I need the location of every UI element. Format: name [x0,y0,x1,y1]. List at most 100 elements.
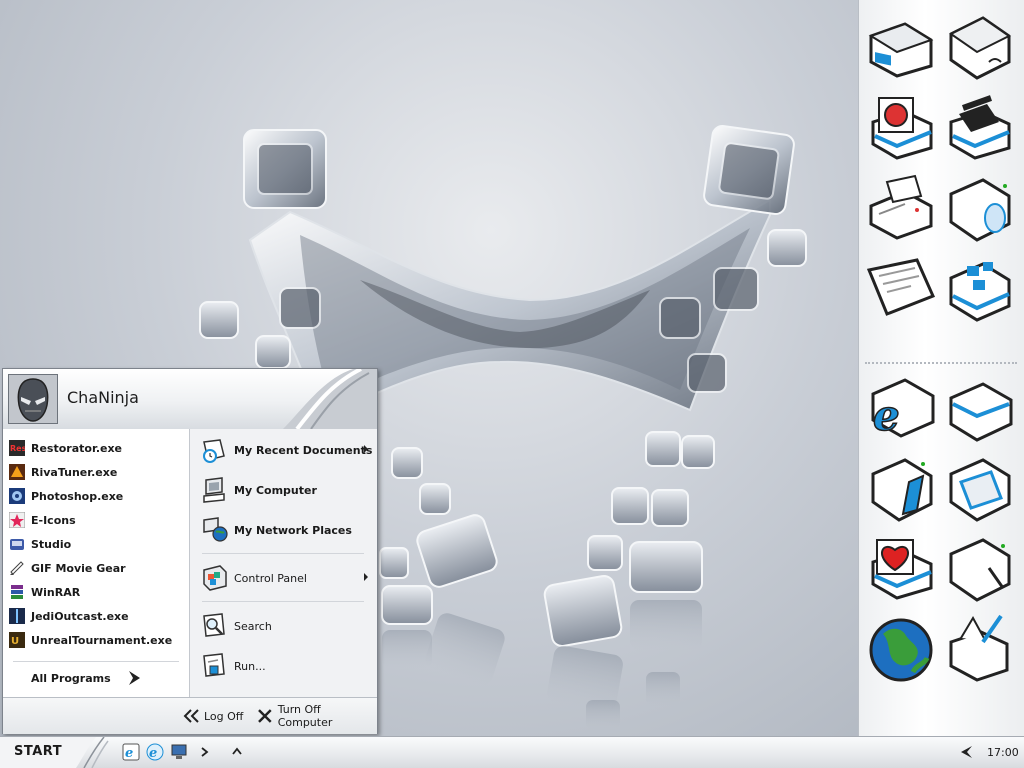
icon-dock: e [858,0,1024,736]
dock-separator [865,362,1017,364]
printer-box-icon[interactable] [865,10,937,82]
header-swoosh [283,369,377,429]
arrow-right-icon [128,671,140,685]
place-run[interactable]: Run... [200,651,372,681]
program-label: WinRAR [31,585,81,599]
network-box-icon[interactable] [943,252,1015,324]
printer-icon[interactable] [865,172,937,244]
place-label: My Network Places [234,523,352,537]
start-label: START [14,744,63,759]
power-x-icon [258,709,272,723]
network-places-icon [203,517,228,542]
internet-explorer-icon[interactable]: e [122,743,140,761]
divider [202,553,364,554]
ninja-mask-icon [9,375,57,423]
taskbar: START e e 17:00 [0,736,1024,768]
clock[interactable]: 17:00 [987,746,1019,759]
photoshop-icon [9,488,25,504]
hardware-box-icon[interactable] [943,10,1015,82]
taskbar-up-arrow-icon[interactable] [230,743,244,761]
user-name: ChaNinja [67,388,139,407]
studio-icon [10,539,24,550]
globe-icon[interactable] [865,612,937,684]
start-menu: ChaNinja Res Restorator.exe RivaTuner.ex… [2,368,378,734]
control-panel-icon [203,565,227,591]
internet-explorer-alt-icon[interactable]: e [146,743,164,761]
place-label: My Computer [234,483,317,497]
program-label: Restorator.exe [31,441,123,455]
media-clapper-icon[interactable] [943,92,1015,164]
place-my-computer[interactable]: My Computer [200,475,372,505]
avatar[interactable] [8,374,58,424]
submenu-arrow-icon [364,445,368,453]
generic-box-icon[interactable] [943,374,1015,446]
image-viewer-icon[interactable] [865,92,937,164]
log-off-button[interactable]: Log Off [183,707,243,725]
turn-off-computer-button[interactable]: Turn Off Computer [257,703,377,729]
program-label: E-Icons [31,513,76,527]
start-menu-footer: Log Off Turn Off Computer [3,697,377,734]
program-label: UnrealTournament.exe [31,633,173,647]
program-label: JediOutcast.exe [31,609,129,623]
place-search[interactable]: Search [200,611,372,641]
document-icon[interactable] [865,252,937,324]
place-label: Control Panel [234,571,307,585]
recent-programs-list: Res Restorator.exe RivaTuner.exe Photosh… [3,429,190,697]
program-rivatuner[interactable]: RivaTuner.exe [9,461,185,483]
run-icon [203,653,225,677]
camera-box-icon[interactable] [943,452,1015,524]
program-studio[interactable]: Studio [9,533,185,555]
all-programs-button[interactable]: All Programs [31,667,161,689]
search-icon [203,613,225,637]
tools-box-icon[interactable] [943,532,1015,604]
places-list: My Recent Documents My Computer My Netwo… [190,429,377,697]
place-label: Search [234,619,272,633]
svg-text:e: e [149,746,157,761]
program-winrar[interactable]: WinRAR [9,581,185,603]
unreal-tournament-icon: U [9,632,25,648]
place-my-network-places[interactable]: My Network Places [200,515,372,545]
all-programs-label: All Programs [31,671,111,685]
quick-launch-chevron-icon[interactable] [198,743,212,761]
svg-text:U: U [11,636,19,647]
my-computer-icon [203,477,225,503]
log-off-label: Log Off [204,709,244,723]
divider [202,601,364,602]
disc-drive-icon[interactable] [943,172,1015,244]
program-label: Photoshop.exe [31,489,124,503]
place-label: My Recent Documents [234,443,373,457]
submenu-arrow-icon [364,573,368,581]
program-label: GIF Movie Gear [31,561,126,575]
place-control-panel[interactable]: Control Panel [200,563,372,593]
program-restorator[interactable]: Res Restorator.exe [9,437,185,459]
gif-movie-gear-icon [10,561,24,575]
divider [13,661,179,662]
show-desktop-icon[interactable] [170,743,188,761]
e-icons-icon [9,512,25,528]
place-label: Run... [234,659,266,673]
portable-device-icon[interactable] [865,452,937,524]
program-e-icons[interactable]: E-Icons [9,509,185,531]
program-photoshop[interactable]: Photoshop.exe [9,485,185,507]
tray-collapse-arrow-icon[interactable] [958,744,974,760]
svg-text:e: e [125,746,133,761]
program-jedi-outcast[interactable]: JediOutcast.exe [9,605,185,627]
restorator-icon: Res [9,440,25,456]
jedi-outcast-icon [9,608,25,624]
program-gif-movie-gear[interactable]: GIF Movie Gear [9,557,185,579]
internet-explorer-box-icon[interactable]: e [865,374,937,446]
place-my-recent-documents[interactable]: My Recent Documents [200,435,372,465]
recent-documents-icon [203,439,225,463]
program-label: RivaTuner.exe [31,465,118,479]
start-menu-header: ChaNinja [3,369,377,430]
winrar-icon [11,585,23,599]
system-tray: 17:00 [948,737,1024,768]
notes-box-icon[interactable] [943,612,1015,684]
favorites-heart-icon[interactable] [865,532,937,604]
rivatuner-icon [9,464,25,480]
start-button[interactable]: START [0,737,109,768]
turn-off-label: Turn Off Computer [277,703,333,729]
log-off-icon [183,709,199,723]
svg-text:e: e [873,391,900,440]
program-unreal-tournament[interactable]: U UnrealTournament.exe [9,629,185,651]
